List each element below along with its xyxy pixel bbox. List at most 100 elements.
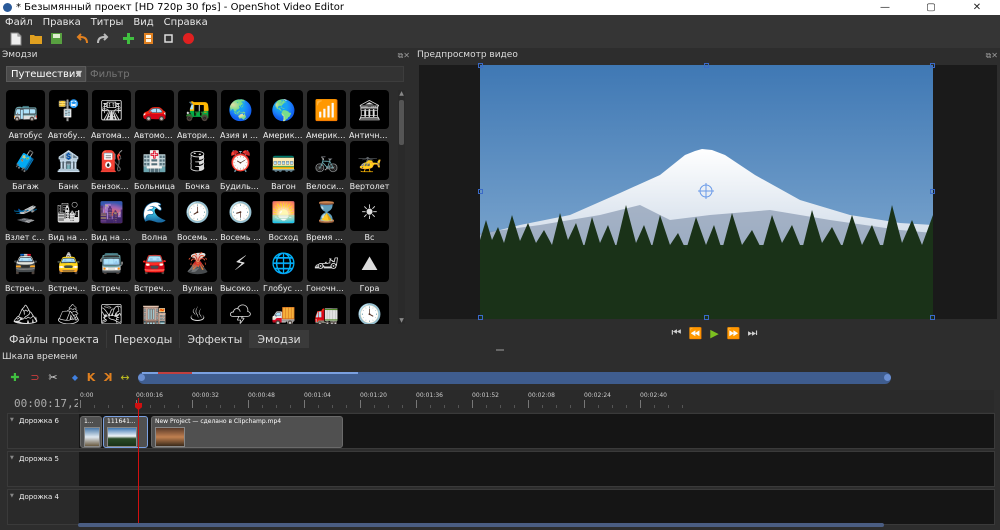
timeline-clip[interactable]: 1... — [80, 416, 102, 448]
emoji-item[interactable]: 🚚 — [263, 294, 304, 324]
transform-handle[interactable] — [930, 189, 935, 194]
previous-marker-button[interactable]: K — [84, 370, 98, 384]
emoji-item[interactable]: 🚛 — [306, 294, 347, 324]
emoji-item[interactable]: ⛽ Бензоко... — [91, 141, 132, 192]
emoji-item[interactable]: 🕗 Восемь т... — [177, 192, 218, 243]
emoji-item[interactable]: 🚍 Встречн... — [91, 243, 132, 294]
emoji-item[interactable]: 🏛 Антично... — [349, 90, 390, 141]
transform-handle[interactable] — [478, 315, 483, 320]
scrollbar-thumb[interactable] — [399, 100, 404, 145]
menu-view[interactable]: Вид — [128, 17, 158, 28]
timeline-ruler[interactable]: 0:00 00:00:16 00:00:32 00:00:48 00:01:04 00:0… — [78, 390, 994, 412]
emoji-item[interactable]: 🌅 Восход — [263, 192, 304, 243]
emoji-item[interactable]: 🏥 Больница — [134, 141, 175, 192]
emoji-item[interactable]: 🌋 Вулкан — [177, 243, 218, 294]
add-marker-button[interactable]: ◆ — [68, 370, 82, 384]
tab-emoji[interactable]: Эмодзи — [250, 330, 309, 348]
snapping-button[interactable]: ⊃ — [28, 370, 42, 384]
tab-transitions[interactable]: Переходы — [107, 330, 181, 348]
add-track-button[interactable]: ✚ — [8, 370, 22, 384]
rewind-button[interactable]: ⏪ — [687, 327, 703, 340]
emoji-item[interactable]: 🌩 — [220, 294, 261, 324]
open-project-button[interactable] — [28, 31, 44, 47]
timeline-clip[interactable]: New Project — сделано в Clipchamp.mp4 — [151, 416, 343, 448]
emoji-item[interactable]: 🏔 — [5, 294, 46, 324]
minimize-button[interactable]: — — [862, 0, 908, 15]
emoji-item[interactable]: 🚖 Встречн... — [48, 243, 89, 294]
fullscreen-button[interactable] — [160, 31, 176, 47]
emoji-item[interactable]: 🚃 Вагон — [263, 141, 304, 192]
track-row[interactable]: Дорожка 5 — [7, 451, 995, 487]
emoji-item[interactable]: 🛣 Автомаг... — [91, 90, 132, 141]
splitter-handle[interactable] — [496, 349, 504, 351]
track-row[interactable]: Дорожка 6 1... 111641... New Project — с… — [7, 413, 995, 449]
save-project-button[interactable] — [48, 31, 64, 47]
emoji-item[interactable]: 🏬 — [134, 294, 175, 324]
tab-project-files[interactable]: Файлы проекта — [2, 330, 108, 348]
emoji-item[interactable]: 🛺 Авторик... — [177, 90, 218, 141]
transform-handle[interactable] — [704, 315, 709, 320]
emoji-item[interactable]: 🚘 Встречн... — [134, 243, 175, 294]
track-body[interactable]: 1... 111641... New Project — сделано в C… — [79, 414, 994, 448]
fast-forward-button[interactable]: ⏩ — [725, 327, 741, 340]
emoji-item[interactable]: 🌏 Азия и А... — [220, 90, 261, 141]
scroll-up-icon[interactable]: ▲ — [398, 90, 405, 97]
emoji-item[interactable]: 📶 Америка... — [306, 90, 347, 141]
profile-button[interactable] — [140, 31, 156, 47]
zoom-start-knob[interactable] — [138, 374, 145, 381]
jump-start-button[interactable]: ⏮ — [668, 326, 682, 339]
center-timeline-button[interactable]: ↔ — [118, 370, 132, 384]
timeline-zoom-slider[interactable] — [138, 372, 891, 384]
emoji-item[interactable]: 🌆 Вид на г... — [91, 192, 132, 243]
timeline-clip[interactable]: 111641... — [103, 416, 148, 448]
emoji-item[interactable]: 🕓 — [349, 294, 390, 324]
emoji-item[interactable]: 🚲 Велосип... — [306, 141, 347, 192]
transform-handle[interactable] — [478, 189, 483, 194]
menu-titles[interactable]: Титры — [86, 17, 129, 28]
emoji-category-select[interactable]: Путешествия ▼ — [6, 66, 86, 82]
dock-float-close-icon[interactable]: ⧉✕ — [398, 51, 410, 61]
emoji-item[interactable]: ⏰ Будильник — [220, 141, 261, 192]
emoji-item[interactable]: ⚡ Высокое... — [220, 243, 261, 294]
transform-handle[interactable] — [704, 63, 709, 68]
emoji-item[interactable]: 🚔 Встречн... — [5, 243, 46, 294]
emoji-item[interactable]: 🌊 Волна — [134, 192, 175, 243]
emoji-item[interactable]: 🕣 Восемь ... — [220, 192, 261, 243]
emoji-item[interactable]: 🚗 Автомоб... — [134, 90, 175, 141]
menu-edit[interactable]: Правка — [38, 17, 86, 28]
play-button[interactable]: ▶ — [706, 327, 720, 340]
emoji-item[interactable]: ⛰ Гора — [349, 243, 390, 294]
video-frame[interactable] — [480, 65, 933, 319]
transform-handle[interactable] — [930, 315, 935, 320]
menu-file[interactable]: Файл — [0, 17, 38, 28]
emoji-item[interactable]: 🏎 Гоночна... — [306, 243, 347, 294]
emoji-item[interactable]: 🚏 Автобус... — [48, 90, 89, 141]
playhead-line[interactable] — [138, 398, 139, 526]
transform-handle[interactable] — [478, 63, 483, 68]
dock-float-close-icon[interactable]: ⧉✕ — [986, 51, 998, 61]
video-preview-area[interactable] — [419, 63, 997, 320]
zoom-end-knob[interactable] — [884, 374, 891, 381]
emoji-item[interactable]: ☀ Вс — [349, 192, 390, 243]
import-files-button[interactable] — [120, 31, 136, 47]
emoji-item[interactable]: 🚌 Автобус — [5, 90, 46, 141]
track-row[interactable]: Дорожка 4 — [7, 489, 995, 525]
emoji-item[interactable]: 🏦 Банк — [48, 141, 89, 192]
export-video-button[interactable] — [180, 31, 196, 47]
emoji-item[interactable]: 🌐 Глобус (... — [263, 243, 304, 294]
next-marker-button[interactable]: K — [101, 370, 115, 384]
close-button[interactable]: ✕ — [954, 0, 1000, 15]
track-body[interactable] — [79, 452, 994, 486]
emoji-item[interactable]: 🌎 Америка... — [263, 90, 304, 141]
tab-effects[interactable]: Эффекты — [180, 330, 251, 348]
emoji-scrollbar[interactable]: ▲ ▼ — [398, 90, 405, 324]
new-project-button[interactable] — [8, 31, 24, 47]
transform-handle[interactable] — [930, 63, 935, 68]
emoji-item[interactable]: 🏕 — [48, 294, 89, 324]
emoji-item[interactable]: 🚁 Вертолет — [349, 141, 390, 192]
emoji-item[interactable]: 🏙 Вид на г... — [48, 192, 89, 243]
undo-button[interactable] — [74, 31, 90, 47]
jump-end-button[interactable]: ⏭ — [744, 326, 758, 339]
emoji-filter-input[interactable] — [86, 66, 404, 82]
emoji-item[interactable]: ♨ — [177, 294, 218, 324]
